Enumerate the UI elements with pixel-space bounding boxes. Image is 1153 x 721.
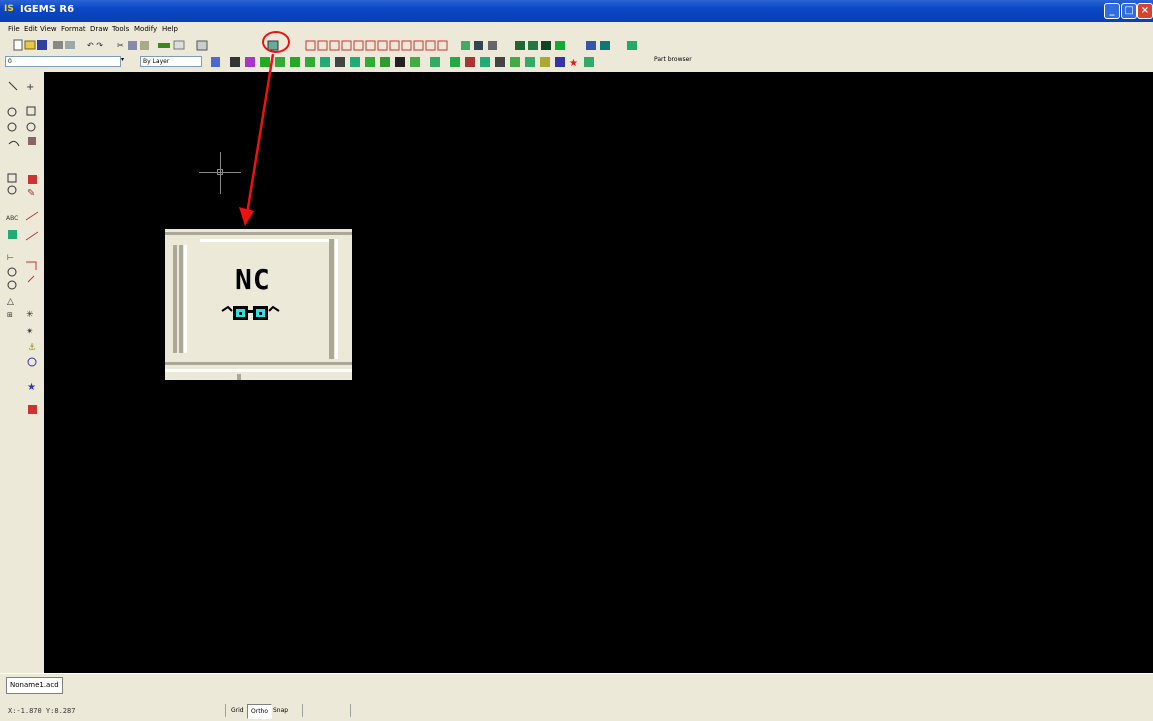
highlight-circle [262, 31, 290, 53]
coordinates-readout: X:-1.870 Y:8.287 [8, 707, 76, 715]
layer-dropdown-arrow-icon[interactable]: ▾ [121, 56, 124, 63]
draw-toolbar: + ✎ ABC ⊢ △ ⊞ ✳ ✴ ⚓ ★ [0, 72, 44, 672]
menu-draw[interactable]: Draw [90, 25, 108, 33]
menu-format[interactable]: Format [61, 25, 86, 33]
svg-text:★: ★ [27, 382, 36, 393]
standard-toolbar: ↶ ↷ ✂ [0, 37, 1153, 53]
document-tab-bar: Noname1.acd [0, 673, 1153, 697]
svg-text:✴: ✴ [26, 327, 34, 337]
document-tab[interactable]: Noname1.acd [6, 677, 63, 694]
svg-text:⊞: ⊞ [7, 311, 13, 319]
svg-text:⚓: ⚓ [28, 343, 36, 353]
nc-icon: NC [221, 263, 292, 334]
svg-text:⊢: ⊢ [7, 253, 14, 262]
part-browser-button[interactable]: Part browser [654, 56, 692, 63]
nc-glasses-icon [221, 305, 280, 320]
menu-help[interactable]: Help [162, 25, 178, 33]
linetype-dropdown[interactable]: By Layer [140, 56, 202, 67]
svg-text:★: ★ [569, 58, 578, 69]
zoomed-nc-button: NC [165, 229, 352, 380]
menu-modify[interactable]: Modify [134, 25, 157, 33]
layer-dropdown[interactable]: 0 [5, 56, 121, 67]
svg-text:+: + [26, 82, 34, 93]
svg-text:ABC: ABC [6, 215, 18, 222]
ortho-toggle[interactable]: Ortho [247, 704, 273, 719]
menu-file[interactable]: File [8, 25, 20, 33]
status-divider [350, 704, 351, 717]
standard-toolbar-icons[interactable]: ↶ ↷ ✂ [0, 37, 1153, 53]
svg-text:↶ ↷: ↶ ↷ [86, 41, 103, 50]
status-bar: X:-1.870 Y:8.287 Grid Ortho Snap [0, 696, 1153, 721]
menu-bar: File Edit View Format Draw Tools Modify … [0, 22, 1153, 37]
draw-toolbar-icons[interactable]: + ✎ ABC ⊢ △ ⊞ ✳ ✴ ⚓ ★ [0, 72, 44, 422]
maximize-button[interactable]: □ [1121, 3, 1137, 19]
snap-toggle[interactable]: Snap [270, 704, 291, 717]
linetype-label: By Layer [143, 58, 170, 65]
properties-toolbar-icons[interactable]: ★ [205, 54, 905, 70]
minimize-button[interactable]: _ [1104, 3, 1120, 19]
status-divider [225, 704, 226, 717]
menu-edit[interactable]: Edit [24, 25, 38, 33]
menu-tools[interactable]: Tools [112, 25, 129, 33]
svg-text:✳: ✳ [26, 310, 34, 320]
menu-view[interactable]: View [40, 25, 57, 33]
title-bar: IS IGEMS R6 _ □ × [0, 0, 1153, 22]
svg-text:✂: ✂ [117, 41, 124, 50]
nc-icon-label: NC [235, 263, 271, 296]
status-divider [302, 704, 303, 717]
close-button[interactable]: × [1137, 3, 1153, 19]
svg-text:✎: ✎ [27, 188, 35, 199]
app-icon: IS [4, 4, 14, 14]
window-title: IGEMS R6 [20, 4, 75, 15]
crosshair-center [217, 169, 223, 175]
grid-toggle[interactable]: Grid [228, 704, 247, 717]
properties-toolbar: 0 ▾ By Layer ★ Part browser [0, 54, 1153, 70]
svg-text:△: △ [7, 297, 14, 307]
